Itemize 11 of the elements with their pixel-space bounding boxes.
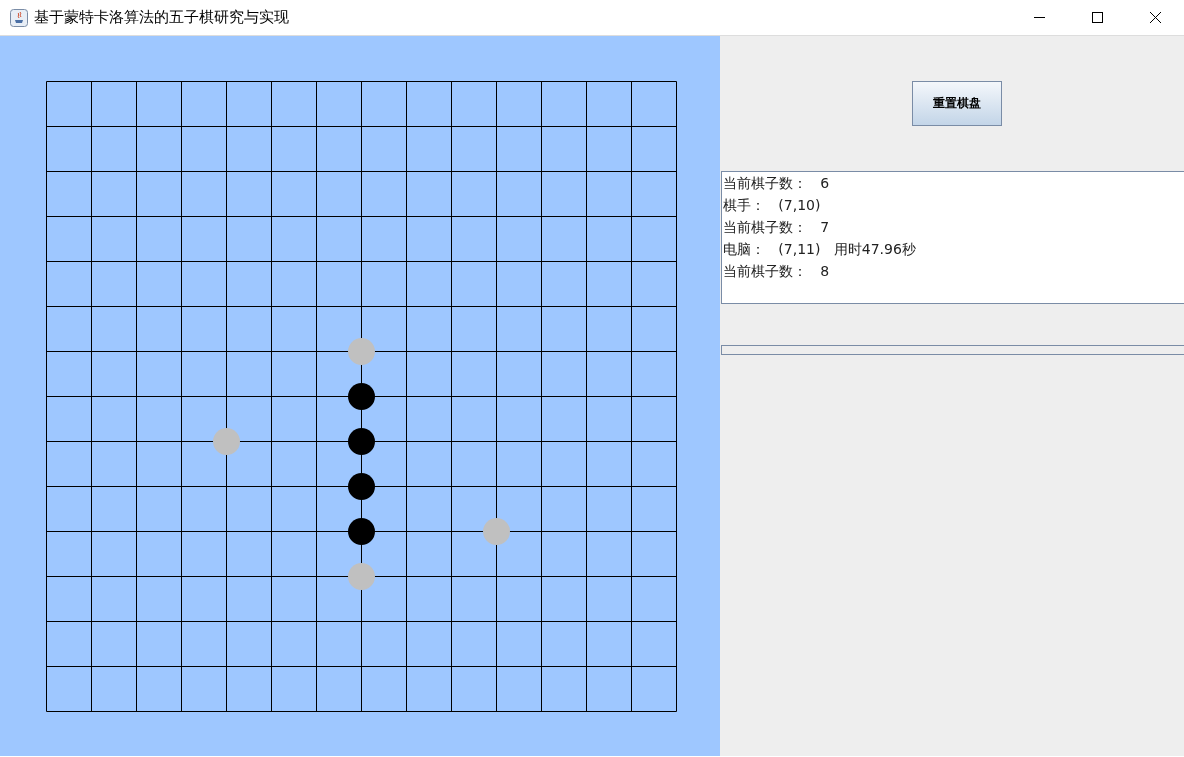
log-line: 当前棋子数： 7	[723, 218, 831, 237]
close-icon[interactable]	[1149, 12, 1161, 23]
log-line: 当前棋子数： 8	[723, 262, 831, 281]
maximize-icon[interactable]	[1091, 12, 1103, 23]
app-icon	[10, 8, 28, 27]
reset-board-button[interactable]: 重置棋盘	[911, 81, 1002, 126]
log-line: 当前棋子数： 6	[723, 174, 831, 193]
window-title: 基于蒙特卡洛算法的五子棋研究与实现	[34, 8, 289, 27]
log-line: 棋手： (7,10)	[723, 196, 822, 215]
minimize-icon[interactable]	[1033, 17, 1045, 18]
log-line: 电脑： (7,11) 用时47.96秒	[723, 240, 917, 259]
